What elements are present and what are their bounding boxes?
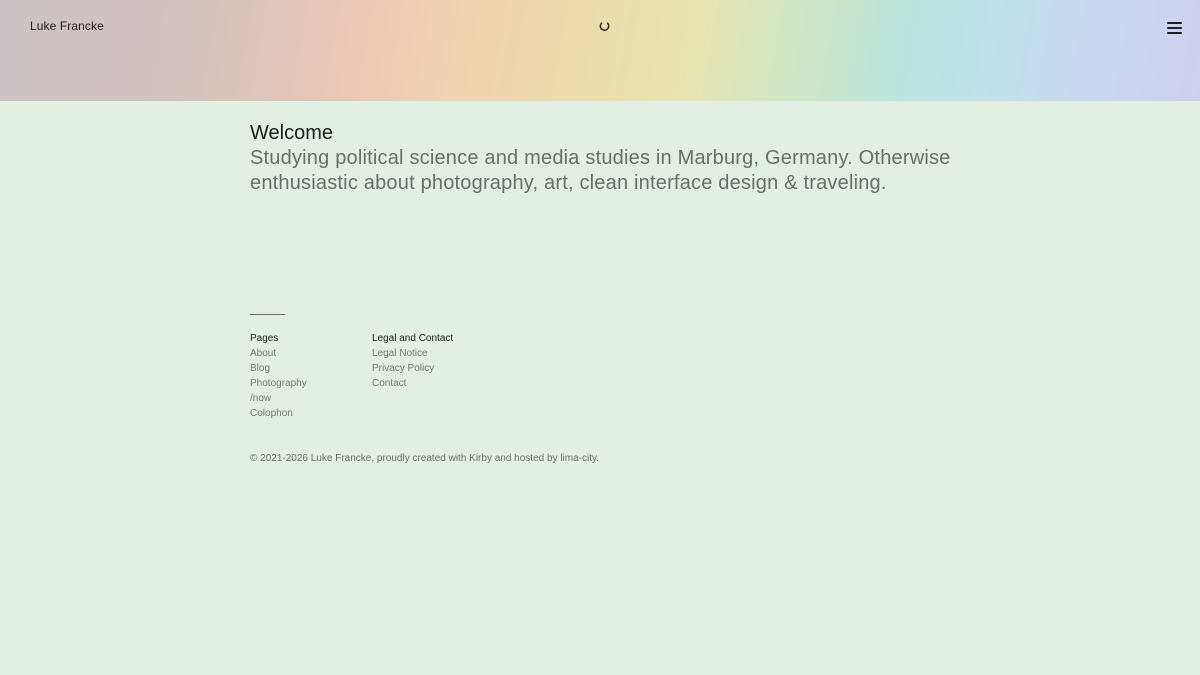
footer-link-blog[interactable]: Blog xyxy=(250,361,307,376)
hamburger-menu-icon[interactable] xyxy=(1166,19,1184,35)
footer-pages-nav: Pages About Blog Photography /now Coloph… xyxy=(250,331,307,421)
loading-spinner-icon xyxy=(599,22,610,31)
page: Luke Francke Welcome Studying political … xyxy=(0,0,1200,675)
footer-link-now[interactable]: /now xyxy=(250,391,307,406)
footer-link-about[interactable]: About xyxy=(250,346,307,361)
footer-link-legal-notice[interactable]: Legal Notice xyxy=(372,346,453,361)
footer-legal-nav: Legal and Contact Legal Notice Privacy P… xyxy=(372,331,453,391)
copyright-text: © 2021-2026 Luke Francke, proudly create… xyxy=(250,453,600,464)
site-header: Luke Francke xyxy=(0,0,1200,101)
page-title: Welcome xyxy=(250,122,333,144)
footer-link-contact[interactable]: Contact xyxy=(372,376,453,391)
footer-pages-heading: Pages xyxy=(250,333,279,344)
footer-link-photography[interactable]: Photography xyxy=(250,376,307,391)
footer-divider xyxy=(250,314,285,315)
footer-legal-heading: Legal and Contact xyxy=(372,333,454,344)
intro-text: Studying political science and media stu… xyxy=(250,147,951,194)
footer-link-colophon[interactable]: Colophon xyxy=(250,406,307,421)
site-title-link[interactable]: Luke Francke xyxy=(30,19,104,33)
main-content: Welcome Studying political science and m… xyxy=(250,120,970,196)
footer-link-privacy-policy[interactable]: Privacy Policy xyxy=(372,361,453,376)
